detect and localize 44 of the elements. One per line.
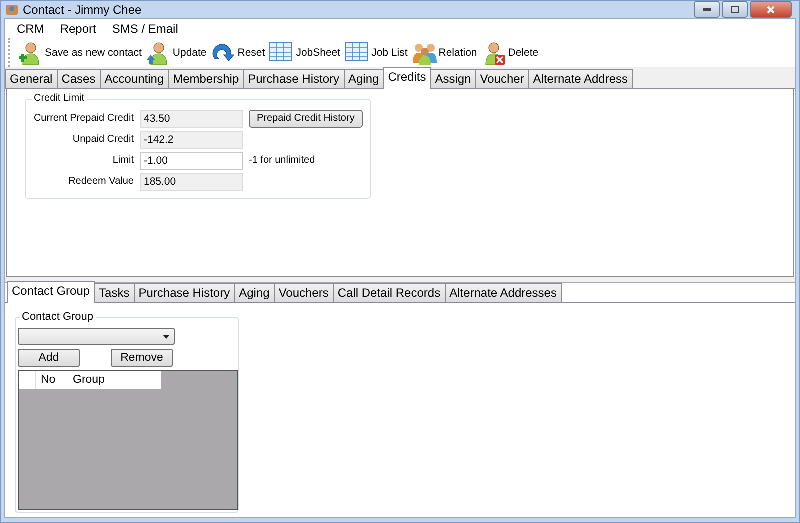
tab[interactable]: Aging <box>234 283 275 302</box>
tab[interactable]: Assign <box>430 69 476 88</box>
toolbar-button[interactable]: Job List <box>342 40 410 64</box>
toolbar-button[interactable]: Relation <box>410 40 480 64</box>
tab[interactable]: Tasks <box>94 283 135 302</box>
tab[interactable]: General <box>5 69 58 88</box>
tab[interactable]: Purchase History <box>243 69 344 88</box>
column-header[interactable]: Group <box>68 371 110 389</box>
field-label: Unpaid Credit <box>72 134 135 145</box>
tab[interactable]: Alternate Addresses <box>444 283 562 302</box>
toolbar-button[interactable]: Save as new contact <box>16 40 144 64</box>
window-title: Contact - Jimmy Chee <box>23 2 143 16</box>
group-title: Credit Limit <box>32 93 87 104</box>
toolbar-button[interactable]: Delete <box>479 40 541 64</box>
history-button[interactable]: Prepaid Credit History <box>249 110 363 128</box>
menu-item[interactable]: CRM <box>9 22 52 36</box>
menu-item[interactable]: Report <box>52 22 104 36</box>
tab[interactable]: Alternate Address <box>528 69 634 88</box>
tab[interactable]: Call Detail Records <box>332 283 446 302</box>
tab[interactable]: Vouchers <box>274 283 334 302</box>
input-field[interactable]: 43.50 <box>140 110 243 128</box>
group-title: Contact Group <box>20 311 96 323</box>
input-field[interactable]: -142.2 <box>140 130 243 148</box>
column-header[interactable]: No <box>36 371 68 389</box>
field-label: Redeem Value <box>68 176 135 187</box>
field-label: Current Prepaid Credit <box>32 113 135 124</box>
field-label: Limit <box>112 155 135 166</box>
tab[interactable]: Credits <box>383 67 432 89</box>
tab[interactable]: Aging <box>344 69 384 88</box>
tab[interactable]: Cases <box>56 69 101 88</box>
tab[interactable]: Purchase History <box>134 283 236 302</box>
tab[interactable]: Membership <box>168 69 244 88</box>
group-button[interactable]: Remove <box>111 349 173 367</box>
tab[interactable]: Contact Group <box>7 281 96 303</box>
toolbar-button[interactable]: Reset <box>208 40 268 64</box>
toolbar-button[interactable]: Update <box>144 40 209 64</box>
input-field[interactable]: -1.00 <box>140 152 243 170</box>
menu-item[interactable]: SMS / Email <box>104 22 186 36</box>
input-field[interactable]: 185.00 <box>140 172 243 190</box>
hint-text: -1 for unlimited <box>249 155 316 166</box>
group-button[interactable]: Add <box>18 349 80 367</box>
toolbar-button[interactable]: JobSheet <box>267 40 343 64</box>
tab[interactable]: Voucher <box>475 69 530 88</box>
tab[interactable]: Accounting <box>100 69 170 88</box>
